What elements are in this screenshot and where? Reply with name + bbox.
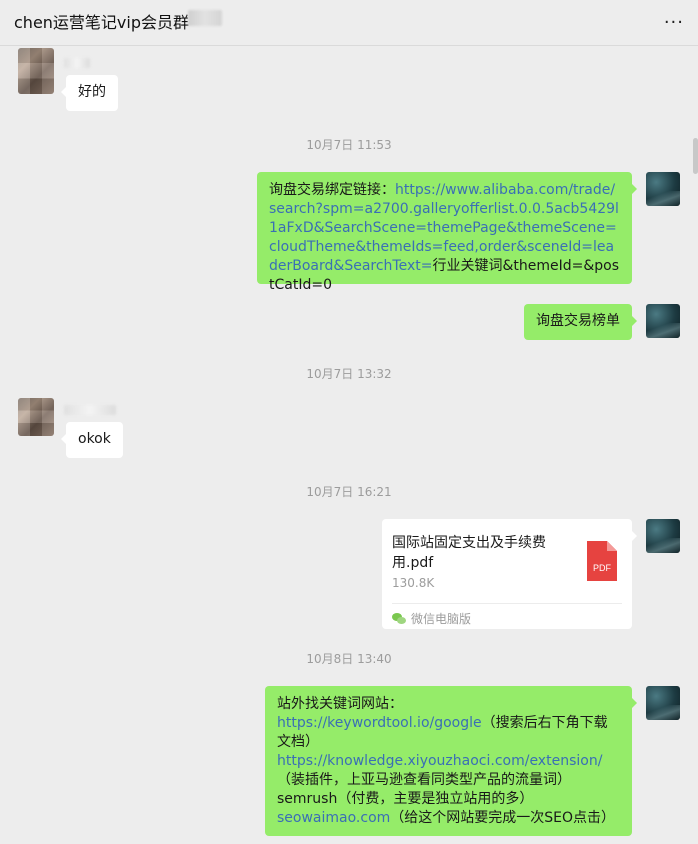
avatar[interactable]	[18, 48, 54, 94]
chat-title: chen运营笔记vip会员群	[14, 13, 189, 32]
avatar[interactable]	[646, 304, 680, 338]
avatar[interactable]	[646, 172, 680, 206]
message-bubble[interactable]: 询盘交易榜单	[524, 304, 637, 340]
avatar[interactable]	[646, 519, 680, 553]
message-text: semrush（付费，主要是独立站用的多）	[277, 791, 534, 807]
message-bubble[interactable]: okok	[61, 422, 123, 458]
file-name: 国际站固定支出及手续费用.pdf	[392, 535, 546, 571]
wechat-icon	[392, 612, 406, 625]
file-size: 130.8K	[392, 576, 435, 590]
timestamp: 10月7日 13:32	[306, 367, 392, 381]
message-text: （给这个网站要完成一次SEO点击）	[390, 810, 616, 826]
message-text: 好的	[78, 84, 106, 100]
message-link[interactable]: seowaimao.com	[277, 810, 390, 826]
blurred-title-suffix	[188, 10, 222, 26]
message-text: 询盘交易榜单	[536, 313, 620, 329]
more-icon[interactable]: ···	[664, 12, 684, 33]
timestamp: 10月8日 13:40	[306, 652, 392, 666]
message-text: 询盘交易绑定链接：	[269, 182, 395, 198]
message-bubble[interactable]: 好的	[61, 75, 118, 111]
avatar[interactable]	[18, 398, 54, 436]
sender-name-blurred	[64, 58, 90, 68]
pdf-badge-label: PDF	[593, 563, 611, 573]
file-source-label: 微信电脑版	[411, 612, 472, 626]
message-bubble[interactable]: 站外找关键词网站： https://keywordtool.io/google （…	[265, 686, 637, 836]
pdf-icon: PDF	[587, 541, 617, 581]
message-link[interactable]: https://knowledge.xiyouzhaoci.com/extens…	[277, 753, 602, 769]
avatar[interactable]	[646, 686, 680, 720]
message-text: （装插件，上亚马逊查看同类型产品的流量词）	[277, 772, 571, 788]
message-text: 站外找关键词网站：	[277, 696, 403, 712]
chat-header: chen运营笔记vip会员群 ···	[0, 0, 698, 46]
message-bubble[interactable]: 询盘交易绑定链接：https://www.alibaba.com/trade/s…	[257, 172, 637, 293]
sender-name-blurred	[64, 405, 116, 415]
message-text: okok	[78, 431, 111, 447]
file-attachment-card[interactable]: 国际站固定支出及手续费用.pdf 130.8K PDF 微信电脑版	[382, 519, 637, 629]
file-source: 微信电脑版	[392, 610, 471, 627]
timestamp: 10月7日 16:21	[306, 485, 392, 499]
message-link[interactable]: https://keywordtool.io/google	[277, 715, 482, 731]
divider	[392, 603, 622, 604]
timestamp: 10月7日 11:53	[306, 138, 392, 152]
